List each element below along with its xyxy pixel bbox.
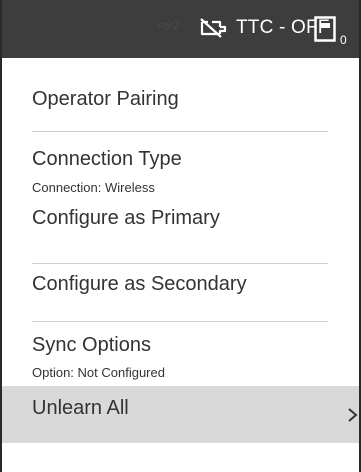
plug-off-icon <box>200 18 227 38</box>
menu-item-configure-secondary[interactable]: Configure as Secondary <box>2 264 359 326</box>
menu-item-label: Configure as Primary <box>32 207 220 229</box>
myq-logo: myQ <box>158 20 180 31</box>
menu-item-connection-type[interactable]: Connection Type Connection: Wireless <box>2 132 359 198</box>
settings-menu: Operator Pairing Connection Type Connect… <box>2 58 359 472</box>
menu-item-label: Operator Pairing <box>32 88 179 110</box>
device-remote-icon <box>314 16 336 42</box>
menu-item-label: Connection Type <box>32 148 182 170</box>
menu-item-label: Sync Options <box>32 334 151 356</box>
menu-item-subtext: Connection: Wireless <box>32 180 155 195</box>
device-screen: myQ TTC - OFF 0 Operator Pairing Connect… <box>0 0 361 472</box>
menu-item-operator-pairing[interactable]: Operator Pairing <box>2 58 359 118</box>
menu-item-unlearn-all[interactable]: Unlearn All <box>2 386 359 443</box>
menu-item-label: Configure as Secondary <box>32 273 247 295</box>
menu-item-label: Unlearn All <box>32 397 129 419</box>
chevron-right-icon <box>348 408 358 422</box>
menu-item-subtext: Option: Not Configured <box>32 365 165 380</box>
menu-item-sync-options[interactable]: Sync Options Option: Not Configured <box>2 322 359 386</box>
menu-item-configure-primary[interactable]: Configure as Primary <box>2 199 359 263</box>
status-bar: myQ TTC - OFF 0 <box>2 0 359 58</box>
device-count: 0 <box>340 33 347 47</box>
